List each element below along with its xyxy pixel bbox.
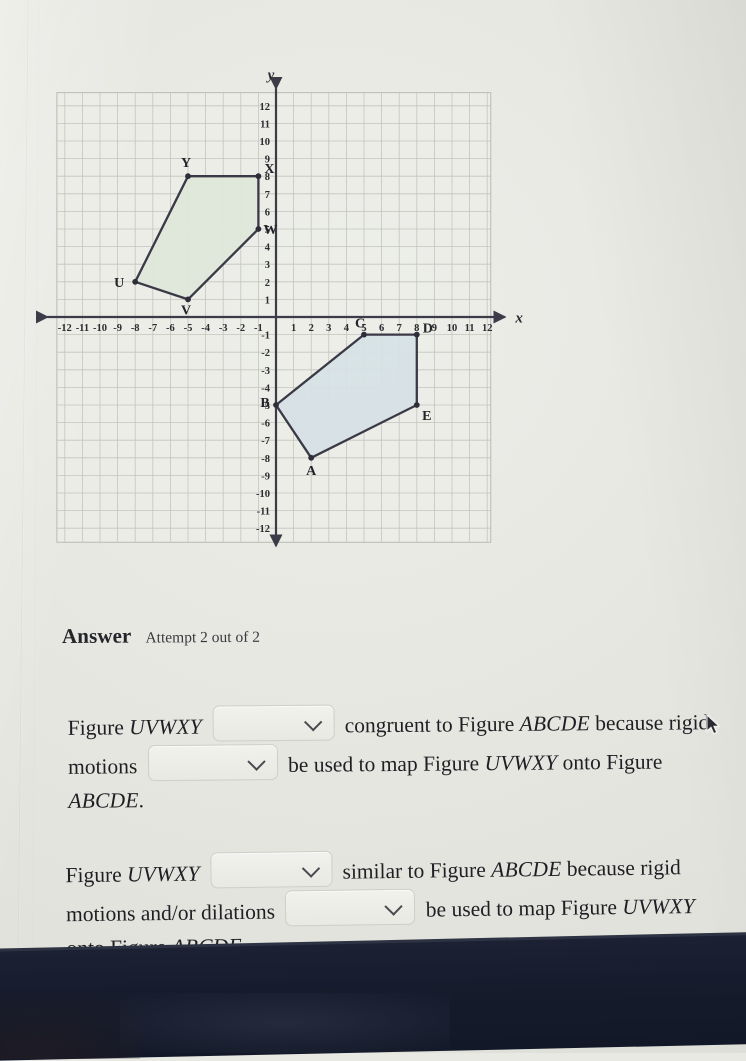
similar-tail-1: be used to map <box>425 895 556 922</box>
similar-figure-2: ABCDE <box>491 856 562 882</box>
congruent-middle: congruent to Figure <box>344 711 515 738</box>
vertex-label-A: A <box>306 464 317 479</box>
congruent-can-dropdown[interactable] <box>147 743 278 782</box>
chevron-down-icon <box>246 752 266 771</box>
vertex-point-A <box>308 454 315 461</box>
mouse-pointer-icon <box>706 714 721 735</box>
x-tick-label: 2 <box>309 323 314 334</box>
y-tick-label: 4 <box>265 243 271 254</box>
vertex-point-U <box>132 278 139 285</box>
answer-section: Answer Attempt 2 out of 2 Figure UVWXY c… <box>62 620 722 961</box>
x-tick-label: -8 <box>131 323 140 334</box>
similar-because: because <box>566 855 636 881</box>
y-tick-label: -4 <box>261 383 270 394</box>
similar-figure-1: UVWXY <box>126 861 200 887</box>
chevron-down-icon <box>384 897 404 916</box>
y-tick-label: 2 <box>265 278 270 289</box>
y-tick-label: -10 <box>256 489 270 500</box>
vertex-label-C: C <box>355 317 365 332</box>
vertex-label-U: U <box>114 276 124 291</box>
y-tick-label: -11 <box>257 507 270 518</box>
similar-is-dropdown[interactable] <box>209 850 333 889</box>
vertex-label-E: E <box>422 409 431 424</box>
vertex-point-B <box>273 402 279 408</box>
vertex-point-Y <box>185 173 191 180</box>
x-tick-label: 3 <box>326 323 331 334</box>
y-tick-label: 7 <box>265 190 270 201</box>
x-axis-label: x <box>514 311 523 327</box>
vertex-label-B: B <box>260 396 269 411</box>
answer-header: Answer Attempt 2 out of 2 <box>62 620 722 649</box>
congruent-figure-1: UVWXY <box>129 714 202 740</box>
y-tick-label: 3 <box>265 260 270 271</box>
congruent-lead: Figure <box>67 715 124 740</box>
graph-svg: xy -12 -11 -10 -9 -8 -7 -6 -5 -4 -3 -2 -1 1 2 3 4 5 6 7 8 9 1… <box>35 67 523 548</box>
chevron-down-icon <box>303 713 322 732</box>
x-tick-label: 1 <box>291 323 296 334</box>
x-tick-label: 12 <box>482 323 493 334</box>
congruent-figure-2: ABCDE <box>519 711 590 736</box>
vertex-label-D: D <box>423 322 433 337</box>
y-tick-label: 12 <box>260 102 271 113</box>
coordinate-graph: xy -12 -11 -10 -9 -8 -7 -6 -5 -4 -3 -2 -1 1 2 3 4 5 6 7 8 9 1… <box>0 14 560 574</box>
y-tick-label: -2 <box>261 348 270 359</box>
y-tick-label: -7 <box>261 436 270 447</box>
x-tick-label: -12 <box>58 323 72 334</box>
y-axis-label: y <box>266 67 275 83</box>
similar-can-dropdown[interactable] <box>285 888 416 927</box>
y-tick-label: -6 <box>261 419 270 430</box>
vertex-point-E <box>413 402 420 408</box>
vertex-label-V: V <box>181 303 191 318</box>
vertex-point-D <box>413 331 420 338</box>
congruent-tail-1: be used to map Figure <box>287 751 480 777</box>
x-tick-label: -10 <box>93 323 107 334</box>
answer-title: Answer <box>61 623 132 649</box>
x-tick-label: -2 <box>236 323 245 334</box>
x-tick-label: 6 <box>379 323 384 334</box>
congruent-period: . <box>138 788 145 813</box>
y-tick-label: -12 <box>256 524 270 535</box>
x-tick-label: 11 <box>465 323 475 334</box>
y-tick-label: -3 <box>261 366 270 377</box>
similar-figure-3: UVWXY <box>622 894 696 919</box>
attempt-counter: Attempt 2 out of 2 <box>145 628 261 647</box>
y-tick-label: 11 <box>260 119 270 130</box>
chevron-down-icon <box>301 859 320 878</box>
y-tick-label: 10 <box>260 137 271 148</box>
vertex-label-W: W <box>263 223 277 238</box>
x-tick-label: 7 <box>397 323 402 334</box>
x-tick-label: -6 <box>166 323 175 334</box>
y-tick-label: -1 <box>261 331 270 342</box>
y-tick-label: -9 <box>261 471 270 482</box>
y-tick-label: -8 <box>261 454 270 465</box>
congruent-figure-3: UVWXY <box>484 750 558 776</box>
x-tick-label: 10 <box>447 323 458 334</box>
similar-lead: Figure <box>65 862 122 888</box>
x-tick-label: 4 <box>344 323 350 334</box>
device-bezel <box>0 931 746 1061</box>
congruent-figure-4: ABCDE <box>68 788 139 813</box>
x-tick-label: -7 <box>148 323 157 334</box>
x-tick-label: -5 <box>184 323 193 334</box>
congruent-statement: Figure UVWXY congruent to Figure ABCDE b… <box>68 701 719 819</box>
x-tick-label: -3 <box>219 323 228 334</box>
y-tick-label: 6 <box>265 207 270 218</box>
vertex-label-Y: Y <box>181 156 191 171</box>
similar-middle: similar to Figure <box>342 857 486 884</box>
x-tick-label: -4 <box>201 323 210 334</box>
y-tick-label: 1 <box>265 295 270 306</box>
similar-lead-2: Figure <box>560 895 618 920</box>
vertex-point-C <box>361 331 367 338</box>
x-tick-label: -9 <box>113 323 122 334</box>
x-tick-label: -11 <box>76 323 89 334</box>
vertex-point-W <box>255 226 262 232</box>
congruent-is-dropdown[interactable] <box>212 704 335 742</box>
congruent-tail-2: onto Figure <box>562 749 663 775</box>
vertex-point-X <box>255 173 262 180</box>
vertex-label-X: X <box>264 162 274 177</box>
vertex-point-V <box>185 296 191 303</box>
